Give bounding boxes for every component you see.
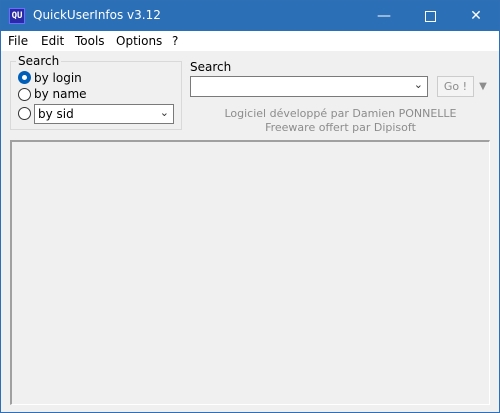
radio-by-name[interactable] — [18, 88, 31, 101]
menu-options[interactable]: Options — [116, 34, 162, 48]
credit-line-2: Freeware offert par Dipisoft — [265, 121, 416, 134]
sid-type-combo[interactable]: by sid ⌄ — [34, 104, 174, 124]
minimize-icon: — — [377, 8, 391, 24]
menu-file[interactable]: File — [8, 34, 28, 48]
credit-line-1: Logiciel développé par Damien PONNELLE — [224, 107, 457, 120]
search-combo[interactable]: ⌄ — [190, 76, 428, 97]
menu-edit[interactable]: Edit — [41, 34, 64, 48]
close-icon: ✕ — [470, 8, 482, 24]
radio-by-login-label[interactable]: by login — [34, 71, 82, 85]
app-window: QU QuickUserInfos v3.12 — ✕ File Edit To… — [0, 0, 500, 413]
chevron-down-icon: ⌄ — [413, 78, 423, 91]
chevron-down-icon: ⌄ — [159, 106, 169, 119]
radio-by-sid[interactable] — [18, 107, 31, 120]
close-button[interactable]: ✕ — [453, 1, 499, 31]
search-by-group-label: Search — [16, 54, 62, 68]
results-panel[interactable] — [10, 140, 490, 405]
title-bar[interactable]: QU QuickUserInfos v3.12 — ✕ — [1, 1, 499, 31]
menu-bar: File Edit Tools Options ? — [1, 31, 499, 51]
go-dropdown-arrow-icon[interactable]: ▼ — [475, 76, 491, 97]
maximize-icon — [424, 10, 436, 22]
search-label: Search — [190, 60, 232, 74]
menu-help[interactable]: ? — [172, 34, 178, 48]
minimize-button[interactable]: — — [361, 1, 407, 31]
radio-by-login[interactable] — [18, 71, 31, 84]
radio-by-name-label[interactable]: by name — [34, 87, 87, 101]
go-button[interactable]: Go ! — [437, 76, 474, 97]
sid-type-combo-value: by sid — [38, 107, 74, 121]
app-icon: QU — [9, 8, 25, 24]
window-title: QuickUserInfos v3.12 — [33, 8, 161, 22]
maximize-button[interactable] — [407, 1, 453, 31]
menu-tools[interactable]: Tools — [75, 34, 105, 48]
